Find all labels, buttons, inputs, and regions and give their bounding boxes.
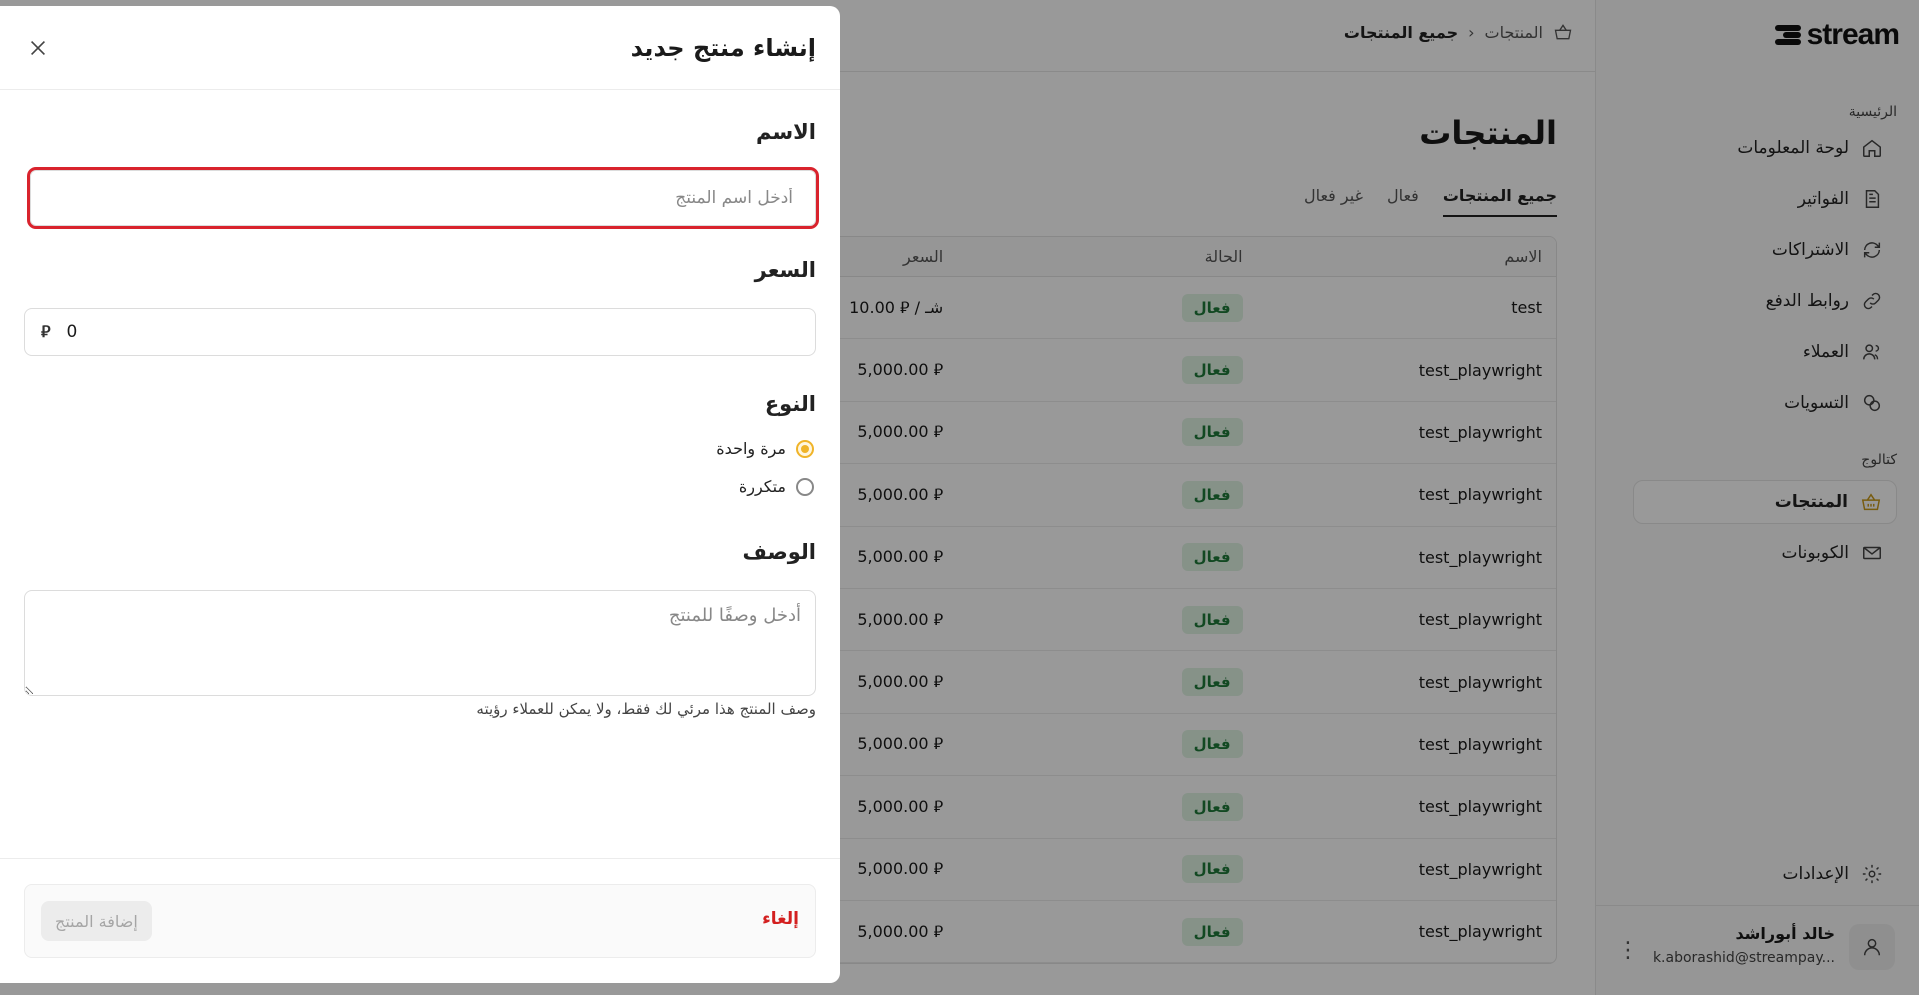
drawer-header: إنشاء منتج جديد (0, 6, 840, 90)
type-label: النوع (764, 392, 816, 416)
drawer-footer: إلغاء إضافة المنتج (24, 884, 816, 958)
name-label: الاسم (756, 120, 816, 144)
price-input[interactable]: ⃁ 0 (24, 308, 816, 356)
type-option-label: متكررة (738, 477, 786, 496)
type-option-label: مرة واحدة (716, 439, 786, 458)
description-textarea[interactable] (24, 590, 816, 696)
price-value: 0 (66, 322, 78, 342)
create-product-drawer: إنشاء منتج جديد الاسم السعر ⃁ 0 النوع مر… (0, 6, 840, 983)
currency-symbol: ⃁ (41, 322, 51, 341)
price-label: السعر (754, 258, 816, 282)
type-option-one-time[interactable]: مرة واحدة (716, 439, 814, 458)
add-product-button[interactable]: إضافة المنتج (41, 901, 152, 941)
footer-divider (0, 858, 840, 859)
type-option-recurring[interactable]: متكررة (739, 477, 814, 496)
radio-unselected[interactable] (796, 477, 814, 496)
cancel-button[interactable]: إلغاء (762, 909, 799, 929)
product-name-input[interactable] (27, 167, 819, 229)
radio-selected[interactable] (796, 439, 814, 458)
close-button[interactable] (24, 34, 52, 62)
drawer-title: إنشاء منتج جديد (630, 34, 816, 62)
description-hint: وصف المنتج هذا مرئي لك فقط، ولا يمكن للع… (476, 700, 816, 718)
description-label: الوصف (742, 540, 816, 564)
close-icon (30, 40, 46, 56)
